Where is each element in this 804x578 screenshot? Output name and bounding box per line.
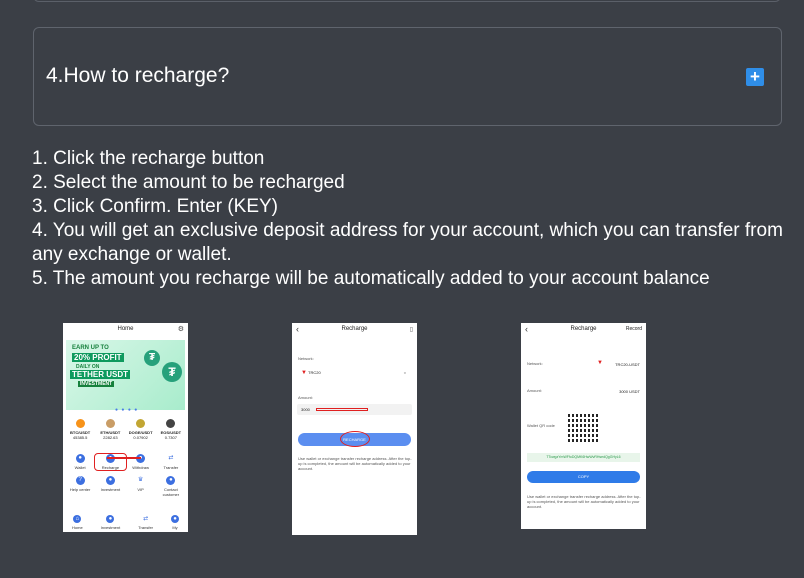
crypto-item[interactable]: ETH/USDT 2282.63 <box>96 419 124 440</box>
amount-value: 3000 <box>301 407 310 412</box>
screenshot-recharge-amount: ‹ Recharge ▯ Network: ▼ TRC20 ○ Amount: … <box>292 323 417 535</box>
network-label: Network: <box>527 361 543 366</box>
action-label: Recharge <box>101 465 120 470</box>
nav-my[interactable]: ● My <box>171 515 179 530</box>
tether-icon: ₮ <box>162 362 182 382</box>
amount-value: 3000 USDT <box>619 389 640 394</box>
crypto-value: 0.07902 <box>133 435 148 440</box>
recharge-steps: 1. Click the recharge button 2. Select t… <box>32 147 792 291</box>
crypto-value: 0.7307 <box>164 435 177 440</box>
expand-plus-icon[interactable]: + <box>746 68 764 86</box>
btc-icon <box>75 419 85 428</box>
red-arrow <box>316 408 368 411</box>
action-investment[interactable]: ● Investment <box>95 476 125 497</box>
qr-label: Wallet QR code <box>527 423 555 428</box>
contact-icon: ● <box>166 476 176 485</box>
crypto-item[interactable]: DOGE/USDT 0.07902 <box>127 419 155 440</box>
step-1: 1. Click the recharge button <box>32 148 265 169</box>
step-2: 2. Select the amount to be recharged <box>32 172 345 193</box>
action-label: VIP <box>137 487 144 492</box>
recharge-note: Use wallet or exchange transfer recharge… <box>298 456 412 471</box>
home-header: Home <box>117 326 134 332</box>
banner-line-2: 20% PROFIT <box>72 353 124 362</box>
tether-icon: ₮ <box>144 350 160 366</box>
eth-icon <box>105 419 115 428</box>
transfer-icon: ⇄ <box>166 454 176 463</box>
eos-icon <box>166 419 176 428</box>
amount-label: Amount: <box>298 395 313 400</box>
action-vip[interactable]: ♛ VIP <box>126 476 156 497</box>
record-icon[interactable]: ▯ <box>410 326 413 333</box>
crypto-item[interactable]: EOS/USDT 0.7307 <box>157 419 185 440</box>
carousel-dots: ● ● ● ● <box>115 407 139 413</box>
network-radio-icon: ○ <box>403 370 406 375</box>
action-transfer[interactable]: ⇄ Transfer <box>156 454 186 470</box>
action-contact[interactable]: ● Contact customer <box>156 476 186 497</box>
deposit-address: TTcwgzYmWFfoDQMK6HwWvRHsedQgGHyL6 <box>527 453 640 462</box>
previous-faq-card <box>33 0 781 2</box>
banner-line-5: INVESTMENT <box>78 381 115 387</box>
red-circle <box>340 431 370 447</box>
home-icon: ⌂ <box>73 515 82 523</box>
network-value: TRC20 <box>308 370 321 375</box>
action-label: Contact customer <box>162 487 180 497</box>
crypto-prices: BTC/USDT 45385.5 ETH/USDT 2282.63 DOGE/U… <box>65 419 186 440</box>
screenshot-home: Home ⚙ EARN UP TO 20% PROFIT DAILY ON TE… <box>63 323 188 532</box>
action-label: Investment <box>100 487 121 492</box>
nav-label: My <box>172 525 178 530</box>
crypto-value: 2282.63 <box>103 435 118 440</box>
step-4: 4. You will get an exclusive deposit add… <box>32 220 783 265</box>
tron-icon: ▼ <box>301 370 307 376</box>
action-grid: ● Wallet ● Recharge ● Withdraw ⇄ Transfer ? H… <box>65 453 186 497</box>
action-label: Transfer <box>163 465 179 470</box>
doge-icon <box>136 419 146 428</box>
record-link[interactable]: Record <box>626 326 642 332</box>
nav-home[interactable]: ⌂ Home <box>72 515 83 530</box>
action-label: Wallet <box>74 465 86 470</box>
deposit-note: Use wallet or exchange transfer recharge… <box>527 494 641 509</box>
crypto-item[interactable]: BTC/USDT 45385.5 <box>66 419 94 440</box>
tron-icon: ▼ <box>597 360 603 366</box>
action-label: Withdraw <box>132 465 149 470</box>
step-5: 5. The amount you recharge will be autom… <box>32 268 710 289</box>
recharge-header: Recharge <box>341 326 368 332</box>
red-arrow <box>107 457 141 459</box>
nav-label: Investment <box>100 525 121 530</box>
nav-investment[interactable]: ● Investment <box>100 515 121 530</box>
banner-line-1: EARN UP TO <box>72 345 109 351</box>
investment-icon: ● <box>106 515 115 523</box>
screenshot-deposit-address: ‹ Recharge Record Network: ▼ TRC20-USDT … <box>521 323 646 529</box>
network-select[interactable]: ▼ TRC20 ○ <box>297 367 412 378</box>
bottom-nav: ⌂ Home ● Investment ⇄ Transfer ● My <box>63 515 188 530</box>
nav-label: Transfer <box>138 525 153 530</box>
settings-icon: ⚙ <box>177 326 184 333</box>
copy-button[interactable]: COPY <box>527 471 640 483</box>
action-wallet[interactable]: ● Wallet <box>65 454 95 470</box>
help-icon: ? <box>75 476 85 485</box>
network-value: TRC20-USDT <box>615 362 640 367</box>
action-help[interactable]: ? Help center <box>65 476 95 497</box>
transfer-icon: ⇄ <box>141 515 150 523</box>
amount-label: Amount: <box>527 388 542 393</box>
investment-icon: ● <box>105 476 115 485</box>
nav-transfer[interactable]: ⇄ Transfer <box>138 515 153 530</box>
faq-item-how-to-recharge[interactable]: 4.How to recharge? + <box>33 27 782 126</box>
banner-line-4: TETHER USDT <box>70 370 130 379</box>
promo-banner: EARN UP TO 20% PROFIT DAILY ON TETHER US… <box>66 340 185 410</box>
action-label: Help center <box>69 487 91 492</box>
step-3: 3. Click Confirm. Enter (KEY) <box>32 196 278 217</box>
crown-icon: ♛ <box>136 476 146 485</box>
wallet-icon: ● <box>75 454 85 463</box>
faq-title: 4.How to recharge? <box>46 64 230 87</box>
crypto-value: 45385.5 <box>72 435 88 440</box>
user-icon: ● <box>171 515 179 523</box>
nav-label: Home <box>72 525 83 530</box>
qr-code-pattern <box>568 412 598 442</box>
network-label: Network: <box>298 356 314 361</box>
